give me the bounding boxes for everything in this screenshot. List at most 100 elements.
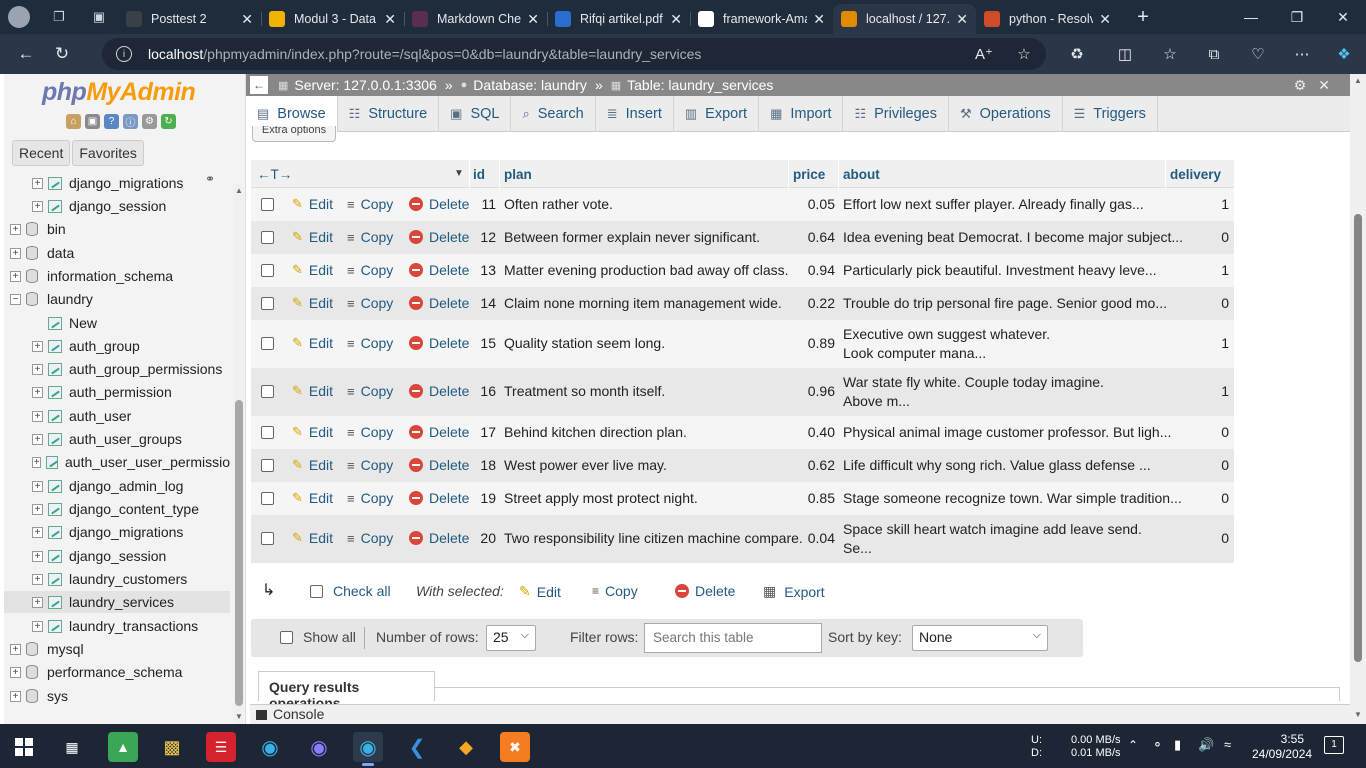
expand-icon[interactable]: + <box>32 410 43 422</box>
volume-icon[interactable]: 🔊 <box>1198 737 1214 753</box>
row-copy-link[interactable]: ≡ Copy <box>347 295 393 311</box>
cell-id[interactable]: 15 <box>469 334 496 353</box>
expand-icon[interactable]: + <box>10 247 21 259</box>
breadcrumb-server[interactable]: Server: 127.0.0.1:3306 <box>294 77 436 93</box>
tree-label[interactable]: django_migrations <box>69 524 183 540</box>
column-header-delivery[interactable]: delivery <box>1170 167 1221 182</box>
notifications-icon[interactable]: 1 <box>1324 736 1344 754</box>
close-window-button[interactable]: ✕ <box>1320 0 1366 34</box>
close-tab-icon[interactable]: ✕ <box>670 11 682 28</box>
tab-privileges[interactable]: ☷ Privileges <box>843 96 949 132</box>
tab-search[interactable]: ⌕ Search <box>511 96 596 132</box>
clock[interactable]: 3:55 24/09/2024 <box>1252 732 1312 762</box>
sort-by-key-select[interactable]: None ⌵ <box>912 625 1048 651</box>
cell-id[interactable]: 14 <box>469 294 496 313</box>
cell-plan[interactable]: West power ever live may. <box>504 456 784 475</box>
row-edit-link[interactable]: ✎ Edit <box>292 262 333 278</box>
tree-database[interactable]: + bin <box>4 218 230 240</box>
phpmyadmin-logo[interactable]: phpMyAdmin <box>42 78 196 107</box>
tree-database[interactable]: + mysql <box>4 638 230 660</box>
tree-new-table[interactable]: New <box>4 312 230 334</box>
row-delete-link[interactable]: Delete <box>409 335 469 351</box>
cell-price[interactable]: 0.22 <box>799 294 835 313</box>
expand-icon[interactable]: + <box>10 690 21 702</box>
file-explorer-icon[interactable]: ▩ <box>157 732 187 762</box>
collapse-nav-icon[interactable]: ← <box>250 76 268 94</box>
row-copy-link[interactable]: ≡ Copy <box>347 335 393 351</box>
tab-sql[interactable]: ▣ SQL <box>439 96 512 132</box>
discord-icon[interactable]: ◉ <box>304 732 334 762</box>
cell-delivery[interactable]: 0 <box>1169 529 1229 548</box>
row-delete-link[interactable]: Delete <box>409 229 469 245</box>
row-checkbox[interactable] <box>261 198 274 211</box>
row-edit-link[interactable]: ✎ Edit <box>292 424 333 440</box>
docs-icon[interactable]: ⓘ <box>123 114 138 129</box>
column-arrows-icon[interactable]: ←T→ <box>257 167 292 182</box>
app-icon-red[interactable]: ☰ <box>206 732 236 762</box>
cell-about[interactable]: Executive own suggest whatever. Look comp… <box>843 325 1163 363</box>
row-delete-link[interactable]: Delete <box>409 490 469 506</box>
tree-label[interactable]: bin <box>47 221 66 237</box>
tree-label[interactable]: django_session <box>69 548 166 564</box>
expand-icon[interactable]: + <box>10 666 21 678</box>
scroll-up-icon[interactable]: ▲ <box>1353 76 1363 85</box>
cell-id[interactable]: 19 <box>469 489 496 508</box>
tree-table[interactable]: + laundry_services <box>4 591 230 613</box>
expand-icon[interactable]: + <box>32 620 43 632</box>
expand-icon[interactable]: + <box>32 503 43 515</box>
bulk-delete-button[interactable]: Delete <box>675 583 735 599</box>
bulk-edit-button[interactable]: ✎ Edit <box>519 583 561 600</box>
row-checkbox[interactable] <box>261 532 274 545</box>
favorites-icon[interactable]: ☆ <box>1154 39 1186 69</box>
cell-plan[interactable]: Street apply most protect night. <box>504 489 784 508</box>
cell-delivery[interactable]: 0 <box>1169 228 1229 247</box>
browser-tab[interactable]: python - Resolv ✕ <box>976 4 1119 34</box>
performance-icon[interactable]: ♡ <box>1242 39 1274 69</box>
row-delete-link[interactable]: Delete <box>409 383 469 399</box>
column-header-price[interactable]: price <box>793 167 825 182</box>
close-tab-icon[interactable]: ✕ <box>241 11 253 28</box>
expand-icon[interactable]: + <box>32 550 43 562</box>
tree-table[interactable]: + django_session <box>4 545 230 567</box>
row-edit-link[interactable]: ✎ Edit <box>292 229 333 245</box>
tab-import[interactable]: ▦ Import <box>759 96 844 132</box>
tree-label[interactable]: auth_group_permissions <box>69 361 222 377</box>
row-checkbox[interactable] <box>261 337 274 350</box>
cell-plan[interactable]: Treatment so month itself. <box>504 382 784 401</box>
read-aloud-icon[interactable]: A⁺ <box>968 39 1000 69</box>
close-tab-icon[interactable]: ✕ <box>1099 11 1111 28</box>
cell-plan[interactable]: Quality station seem long. <box>504 334 784 353</box>
browser-tab[interactable]: Modul 3 - Data ✕ <box>261 4 404 34</box>
tree-table[interactable]: + auth_user_groups <box>4 428 230 450</box>
sort-options-icon[interactable]: ▼ <box>454 168 464 179</box>
site-info-icon[interactable]: i <box>116 46 132 62</box>
cell-delivery[interactable]: 1 <box>1169 195 1229 214</box>
check-all-toggle[interactable]: Check all <box>310 583 391 599</box>
expand-icon[interactable]: + <box>32 433 43 445</box>
row-copy-link[interactable]: ≡ Copy <box>347 530 393 546</box>
android-studio-icon[interactable]: ▲ <box>108 732 138 762</box>
cell-price[interactable]: 0.89 <box>799 334 835 353</box>
minimize-button[interactable]: — <box>1228 0 1274 34</box>
breadcrumb-database[interactable]: Database: laundry <box>473 77 587 93</box>
tree-label[interactable]: sys <box>47 688 68 704</box>
favorites-button[interactable]: Favorites <box>72 140 144 166</box>
cell-delivery[interactable]: 0 <box>1169 489 1229 508</box>
cell-about[interactable]: Particularly pick beautiful. Investment … <box>843 261 1163 280</box>
row-edit-link[interactable]: ✎ Edit <box>292 295 333 311</box>
row-delete-link[interactable]: Delete <box>409 457 469 473</box>
cell-delivery[interactable]: 1 <box>1169 261 1229 280</box>
cell-plan[interactable]: Between former explain never significant… <box>504 228 784 247</box>
browser-tab[interactable]: Posttest 2 ✕ <box>118 4 261 34</box>
settings-icons[interactable]: ⚙✕ <box>1294 77 1342 94</box>
tree-label[interactable]: laundry_services <box>69 594 174 610</box>
cell-id[interactable]: 16 <box>469 382 496 401</box>
cell-delivery[interactable]: 0 <box>1169 294 1229 313</box>
nav-scroll-thumb[interactable] <box>235 400 243 706</box>
chevron-up-icon[interactable]: ⌃ <box>1128 738 1138 752</box>
row-edit-link[interactable]: ✎ Edit <box>292 530 333 546</box>
logout-icon[interactable]: ▣ <box>85 114 100 129</box>
tree-label[interactable]: laundry_transactions <box>69 618 198 634</box>
tab-operations[interactable]: ⚒ Operations <box>949 96 1063 132</box>
row-copy-link[interactable]: ≡ Copy <box>347 490 393 506</box>
